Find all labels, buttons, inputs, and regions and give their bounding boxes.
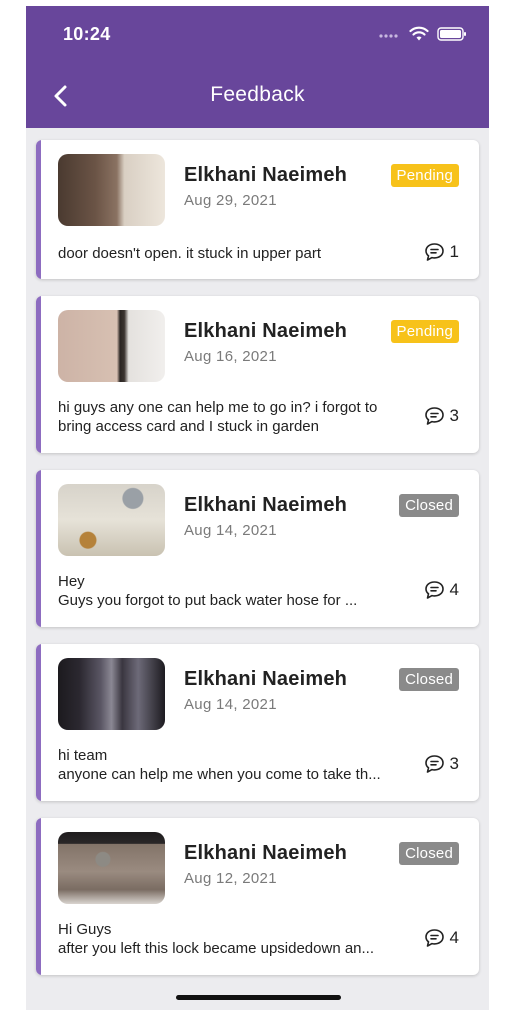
author-name: Elkhani Naeimeh	[184, 842, 348, 864]
phone-screen: 10:24 Feedback Elkhani Naeimeh Aug 29, 2…	[26, 6, 489, 1010]
feedback-message: Hey Guys you forgot to put back water ho…	[58, 572, 399, 610]
feedback-message: hi team anyone can help me when you come…	[58, 746, 399, 784]
comment-count: 3	[449, 406, 459, 425]
feedback-photo[interactable]	[58, 310, 165, 382]
comments-button[interactable]: 4	[424, 580, 459, 600]
feedback-date: Aug 14, 2021	[184, 696, 277, 713]
comment-icon	[424, 243, 444, 261]
comment-icon	[424, 755, 444, 773]
feedback-photo[interactable]	[58, 154, 165, 226]
page-title: Feedback	[210, 83, 305, 106]
status-bar: 10:24	[26, 6, 489, 64]
feedback-card[interactable]: Elkhani Naeimeh Aug 12, 2021 Closed Hi G…	[36, 818, 479, 975]
home-indicator[interactable]	[176, 995, 341, 1000]
card-accent	[36, 140, 41, 279]
card-accent	[36, 470, 41, 627]
signal-icon	[379, 34, 398, 38]
status-badge: Closed	[399, 668, 459, 691]
status-icons	[379, 26, 467, 42]
comment-count: 3	[449, 754, 459, 773]
feedback-date: Aug 14, 2021	[184, 522, 277, 539]
feedback-message: hi guys any one can help me to go in? i …	[58, 398, 399, 436]
author-name: Elkhani Naeimeh	[184, 164, 348, 186]
status-badge: Pending	[390, 164, 459, 187]
comment-icon	[424, 407, 444, 425]
feedback-photo[interactable]	[58, 484, 165, 556]
status-badge: Closed	[399, 494, 459, 517]
card-accent	[36, 818, 41, 975]
comment-count: 4	[449, 928, 459, 947]
message-line: bring access card and I stuck in garden	[58, 418, 319, 435]
feedback-card[interactable]: Elkhani Naeimeh Aug 14, 2021 Closed hi t…	[36, 644, 479, 801]
feedback-card[interactable]: Elkhani Naeimeh Aug 29, 2021 Pending doo…	[36, 140, 479, 279]
battery-icon	[437, 27, 466, 41]
status-time: 10:24	[63, 24, 111, 44]
feedback-message: Hi Guys after you left this lock became …	[58, 920, 399, 958]
message-line: Hey	[58, 573, 85, 590]
status-badge: Pending	[390, 320, 459, 343]
message-line: door doesn't open. it stuck in upper par…	[58, 245, 322, 262]
comment-icon	[424, 581, 444, 599]
feedback-date: Aug 12, 2021	[184, 870, 277, 887]
author-name: Elkhani Naeimeh	[184, 668, 348, 690]
message-line: Hi Guys	[58, 921, 112, 938]
message-line: after you left this lock became upsidedo…	[58, 940, 375, 957]
feedback-date: Aug 16, 2021	[184, 348, 277, 365]
comments-button[interactable]: 1	[424, 242, 459, 262]
message-line: Guys you forgot to put back water hose f…	[58, 592, 358, 609]
feedback-list: Elkhani Naeimeh Aug 29, 2021 Pending doo…	[36, 140, 479, 992]
message-line: anyone can help me when you come to take…	[58, 766, 381, 783]
comments-button[interactable]: 3	[424, 406, 459, 426]
author-name: Elkhani Naeimeh	[184, 494, 348, 516]
feedback-photo[interactable]	[58, 832, 165, 904]
message-line: hi team	[58, 747, 108, 764]
feedback-photo[interactable]	[58, 658, 165, 730]
card-accent	[36, 644, 41, 801]
comment-count: 4	[449, 580, 459, 599]
comment-count: 1	[449, 242, 459, 261]
comments-button[interactable]: 4	[424, 928, 459, 948]
comment-icon	[424, 929, 444, 947]
wifi-icon	[409, 26, 429, 41]
app-bar: Feedback	[26, 64, 489, 128]
card-accent	[36, 296, 41, 453]
feedback-card[interactable]: Elkhani Naeimeh Aug 16, 2021 Pending hi …	[36, 296, 479, 453]
feedback-card[interactable]: Elkhani Naeimeh Aug 14, 2021 Closed Hey …	[36, 470, 479, 627]
feedback-date: Aug 29, 2021	[184, 192, 277, 209]
feedback-message: door doesn't open. it stuck in upper par…	[58, 244, 399, 263]
status-badge: Closed	[399, 842, 459, 865]
author-name: Elkhani Naeimeh	[184, 320, 348, 342]
message-line: hi guys any one can help me to go in? i …	[58, 399, 378, 416]
comments-button[interactable]: 3	[424, 754, 459, 774]
